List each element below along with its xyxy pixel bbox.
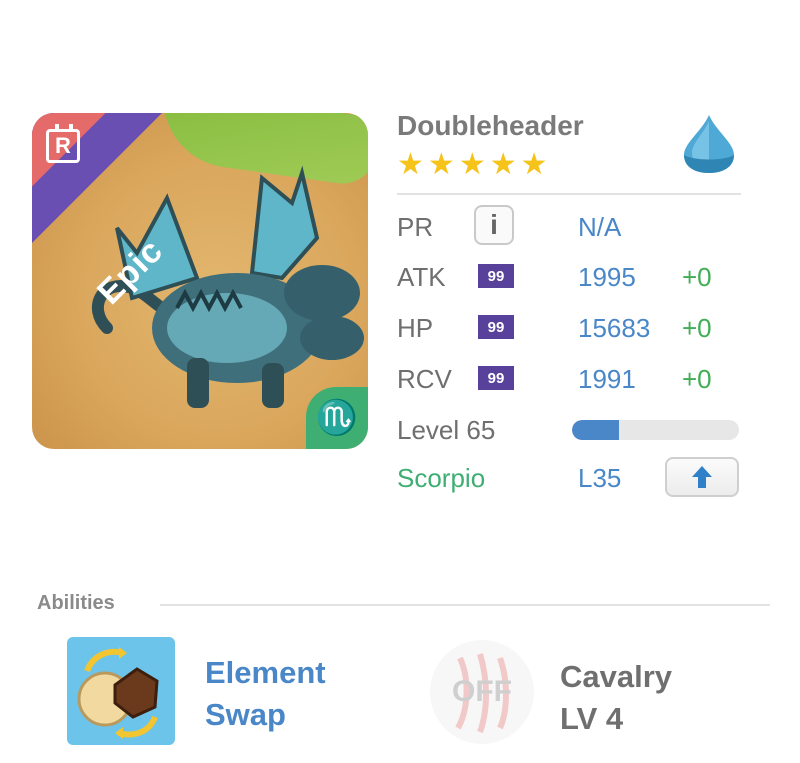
pr-value: N/A bbox=[578, 212, 622, 242]
atk-label: ATK bbox=[397, 262, 446, 292]
star-icon: ★ bbox=[458, 148, 486, 181]
zodiac-upgrade-button[interactable] bbox=[665, 457, 739, 497]
zodiac-label: Scorpio bbox=[397, 463, 486, 493]
atk-value: 1995 bbox=[578, 262, 636, 292]
monster-name: Doubleheader bbox=[397, 110, 584, 141]
calendar-r-icon: R bbox=[46, 124, 80, 163]
level-label: Level 65 bbox=[397, 415, 496, 445]
star-icon: ★ bbox=[520, 148, 548, 181]
element-swap-graphic bbox=[77, 647, 159, 739]
passive-status: OFF bbox=[452, 675, 512, 708]
header-divider bbox=[397, 193, 741, 195]
star-icon: ★ bbox=[489, 148, 517, 181]
rcv-level-badge: 99 bbox=[478, 366, 514, 390]
arrow-up-icon bbox=[692, 466, 712, 488]
passive-ability-line2: LV 4 bbox=[560, 701, 624, 736]
abilities-divider bbox=[160, 604, 770, 606]
passive-ability-icon[interactable]: OFF bbox=[430, 640, 534, 744]
level-progress-fill bbox=[572, 420, 619, 440]
rcv-value: 1991 bbox=[578, 364, 636, 394]
passive-ability-name[interactable]: Cavalry LV 4 bbox=[560, 656, 760, 740]
star-icon: ★ bbox=[427, 148, 455, 181]
scorpio-icon: ♏ bbox=[306, 387, 368, 449]
passive-ability-line1: Cavalry bbox=[560, 659, 673, 694]
hp-label: HP bbox=[397, 313, 434, 343]
atk-level-badge: 99 bbox=[478, 264, 514, 288]
star-icon: ★ bbox=[397, 148, 424, 181]
level-progress-bar bbox=[572, 420, 739, 440]
pr-label: PR bbox=[397, 212, 434, 242]
hp-level-badge: 99 bbox=[478, 315, 514, 339]
active-ability-name[interactable]: Element Swap bbox=[205, 652, 385, 736]
active-ability-line2: Swap bbox=[205, 697, 286, 732]
star-rating: ★ ★ ★ ★ ★ bbox=[397, 150, 548, 180]
info-button[interactable]: i bbox=[474, 205, 514, 245]
zodiac-level: L35 bbox=[578, 463, 622, 493]
hp-bonus: +0 bbox=[682, 313, 712, 343]
hp-value: 15683 bbox=[578, 313, 651, 343]
monster-card-art[interactable]: Epic R ♏ bbox=[32, 113, 368, 449]
rcv-label: RCV bbox=[397, 364, 452, 394]
abilities-title: Abilities bbox=[37, 592, 115, 614]
rcv-bonus: +0 bbox=[682, 364, 712, 394]
water-element-icon bbox=[684, 115, 734, 173]
active-ability-line1: Element bbox=[205, 655, 326, 690]
element-swap-icon[interactable] bbox=[67, 637, 175, 745]
atk-bonus: +0 bbox=[682, 262, 712, 292]
